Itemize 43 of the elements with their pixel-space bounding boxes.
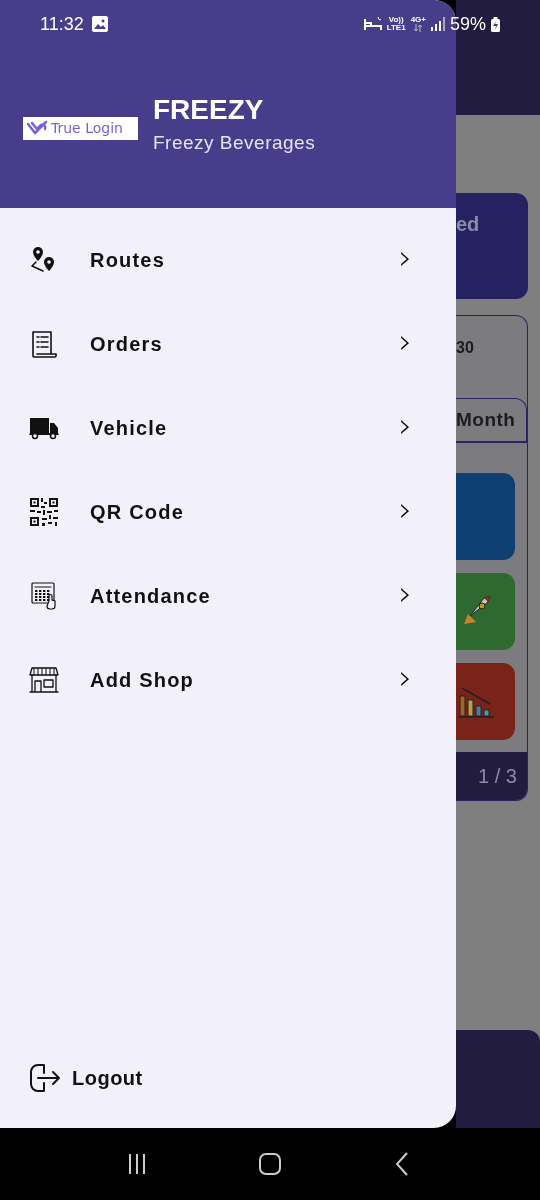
battery-charging-icon — [491, 16, 500, 32]
menu-label: Routes — [90, 248, 166, 272]
chevron-icon: › — [398, 660, 412, 694]
period-tab[interactable]: Month — [456, 398, 527, 443]
chevron-icon: › — [398, 324, 412, 358]
card-text: ed — [456, 213, 480, 235]
menu-label: Orders — [90, 332, 164, 356]
battery-percent: 59% — [449, 13, 486, 35]
data-arrows-icon — [413, 24, 424, 32]
menu-label: Attendance — [90, 584, 212, 608]
page-indicator: 1 / 3 — [478, 764, 517, 788]
logout-icon — [28, 1062, 62, 1094]
volte-label: Vo)) — [388, 16, 404, 24]
menu-label: Vehicle — [90, 416, 169, 440]
shop-icon — [29, 666, 59, 694]
chevron-icon: › — [398, 408, 412, 442]
menu-item[interactable]: Add Shop › — [0, 638, 456, 722]
status-time: 11:32 — [40, 13, 84, 35]
menu-item[interactable]: QR Code › — [0, 470, 456, 554]
company-title: FREEZY — [153, 94, 265, 126]
menu-label: Add Shop — [90, 668, 196, 692]
logout-label: Logout — [72, 1066, 143, 1090]
keypad-hand-icon — [30, 581, 58, 611]
chevron-icon: › — [398, 240, 412, 274]
count-text: 30 — [456, 339, 474, 356]
menu-item[interactable]: Attendance › — [0, 554, 456, 638]
truck-icon — [29, 416, 59, 440]
menu-item[interactable]: Routes › — [0, 218, 456, 302]
company-subtitle: Freezy Beverages — [153, 132, 316, 154]
qr-code-icon — [29, 497, 59, 527]
chevron-icon: › — [398, 492, 412, 526]
network-label: 4G+ — [410, 16, 426, 24]
menu-label: QR Code — [90, 500, 185, 524]
logo-text: True Login — [51, 120, 123, 136]
home-button[interactable] — [258, 1152, 282, 1176]
signal-icon — [430, 17, 445, 31]
menu-item[interactable]: Vehicle › — [0, 386, 456, 470]
logout-item[interactable]: Logout — [0, 1062, 456, 1128]
chevron-icon: › — [398, 576, 412, 610]
lte-label: LTE1 — [386, 24, 406, 32]
list-document-icon — [29, 329, 59, 359]
bed-icon — [363, 17, 382, 31]
menu-item[interactable]: Orders › — [0, 302, 456, 386]
